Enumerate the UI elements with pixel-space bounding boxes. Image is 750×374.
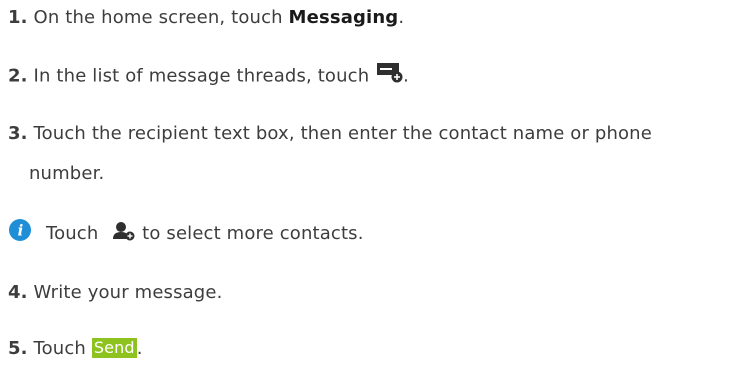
step-4: 4. Write your message. [8, 281, 222, 305]
step-5: 5. Touch Send. [8, 337, 143, 361]
step-punct: . [136, 338, 143, 359]
step-text: In the list of message threads, touch [33, 65, 376, 87]
note: i Touch to select more contacts. [8, 218, 364, 249]
step-text: number. [29, 163, 105, 184]
step-number: 4. [8, 282, 28, 303]
new-message-icon [377, 63, 403, 90]
step-2: 2. In the list of message threads, touch… [8, 63, 409, 90]
add-contact-icon [112, 221, 136, 248]
note-text-end: to select more contacts. [136, 223, 364, 244]
step-number: 2. [8, 65, 28, 87]
step-3: 3. Touch the recipient text box, then en… [8, 122, 652, 146]
step-number: 3. [8, 123, 28, 144]
step-punct: . [403, 65, 409, 87]
note-text: Touch [46, 223, 105, 244]
step-number: 1. [8, 7, 28, 28]
send-button: Send [91, 338, 137, 358]
step-text: On the home screen, touch [33, 7, 289, 28]
info-icon: i [8, 218, 32, 249]
messaging-label: Messaging [288, 7, 399, 28]
step-1: 1. On the home screen, touch Messaging. [8, 6, 404, 30]
step-text: Touch the recipient text box, then enter… [33, 123, 652, 144]
step-punct: . [398, 7, 405, 28]
svg-text:i: i [18, 222, 24, 240]
step-text: Write your message. [33, 282, 223, 303]
step-3-continuation: number. [29, 162, 104, 186]
step-number: 5. [8, 338, 28, 359]
step-text: Touch [33, 338, 92, 359]
